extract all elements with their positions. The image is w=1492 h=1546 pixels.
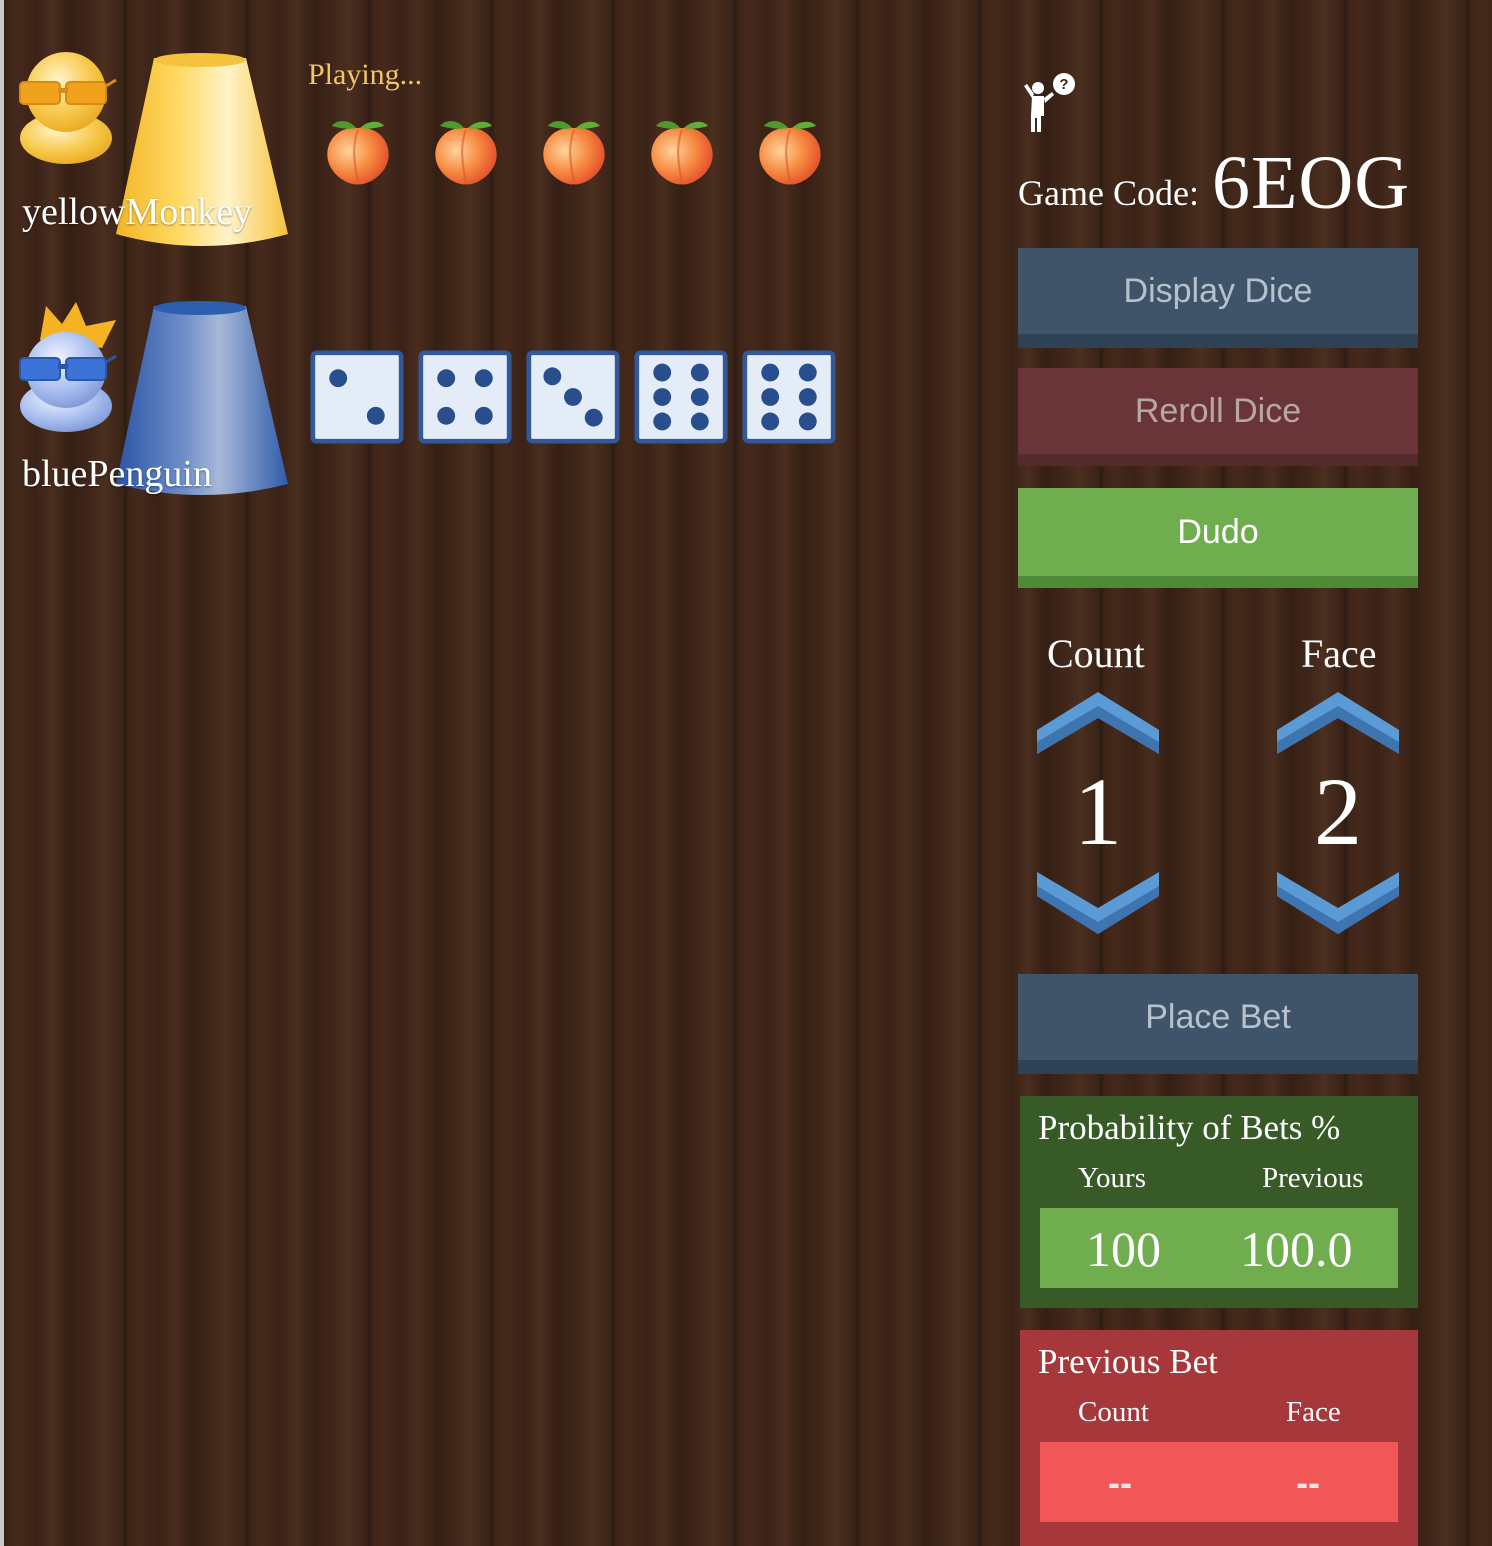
yellow-avatar-icon bbox=[19, 52, 117, 164]
display-dice-button[interactable]: Display Dice bbox=[1018, 248, 1418, 348]
help-person-icon[interactable]: ? bbox=[1020, 72, 1076, 134]
player-name-bluepenguin: bluePenguin bbox=[22, 453, 212, 495]
previous-bet-count-value: -- bbox=[1108, 1462, 1132, 1503]
probability-title: Probability of Bets % bbox=[1038, 1108, 1341, 1147]
previous-bet-values-box: -- -- bbox=[1040, 1442, 1398, 1522]
count-label: Count bbox=[1047, 631, 1145, 676]
peach-icon bbox=[435, 121, 497, 185]
peach-icon bbox=[651, 121, 713, 185]
die-icon bbox=[418, 350, 512, 444]
probability-previous-value: 100.0 bbox=[1240, 1221, 1353, 1277]
count-down-chevron-icon[interactable] bbox=[1037, 872, 1159, 934]
svg-text:?: ? bbox=[1059, 76, 1068, 93]
previous-bet-face-value: -- bbox=[1296, 1462, 1320, 1503]
peach-icon bbox=[327, 121, 389, 185]
dudo-button[interactable]: Dudo bbox=[1018, 488, 1418, 588]
blue-avatar-icon bbox=[19, 302, 117, 432]
probability-previous-label: Previous bbox=[1262, 1162, 1364, 1194]
die-icon bbox=[310, 350, 404, 444]
peach-icon bbox=[543, 121, 605, 185]
die-icon bbox=[634, 350, 728, 444]
count-value: 1 bbox=[1074, 758, 1122, 865]
window-edge bbox=[0, 0, 4, 1546]
face-value: 2 bbox=[1314, 758, 1362, 865]
previous-bet-panel: Previous Bet Count Face -- -- bbox=[1020, 1330, 1418, 1546]
game-status: Playing... bbox=[308, 58, 423, 91]
previous-bet-title: Previous Bet bbox=[1038, 1342, 1218, 1381]
count-up-chevron-icon[interactable] bbox=[1037, 692, 1159, 754]
die-icon bbox=[742, 350, 836, 444]
previous-bet-face-label: Face bbox=[1286, 1396, 1341, 1428]
face-down-chevron-icon[interactable] bbox=[1277, 872, 1399, 934]
player-name-yellowmonkey: yellowMonkey bbox=[22, 191, 253, 233]
probability-yours-label: Yours bbox=[1078, 1162, 1146, 1194]
previous-bet-count-label: Count bbox=[1078, 1396, 1149, 1428]
place-bet-button[interactable]: Place Bet bbox=[1018, 974, 1418, 1074]
face-label: Face bbox=[1301, 631, 1377, 676]
game-code-value: 6EOG bbox=[1212, 141, 1411, 225]
probability-panel: Probability of Bets % Yours Previous 100… bbox=[1020, 1096, 1418, 1308]
probability-yours-value: 100 bbox=[1086, 1221, 1161, 1277]
die-icon bbox=[526, 350, 620, 444]
game-code-label: Game Code: bbox=[1018, 173, 1199, 213]
reroll-dice-button[interactable]: Reroll Dice bbox=[1018, 368, 1418, 466]
peach-icon bbox=[759, 121, 821, 185]
probability-values-box: 100 100.0 bbox=[1040, 1208, 1398, 1288]
face-up-chevron-icon[interactable] bbox=[1277, 692, 1399, 754]
